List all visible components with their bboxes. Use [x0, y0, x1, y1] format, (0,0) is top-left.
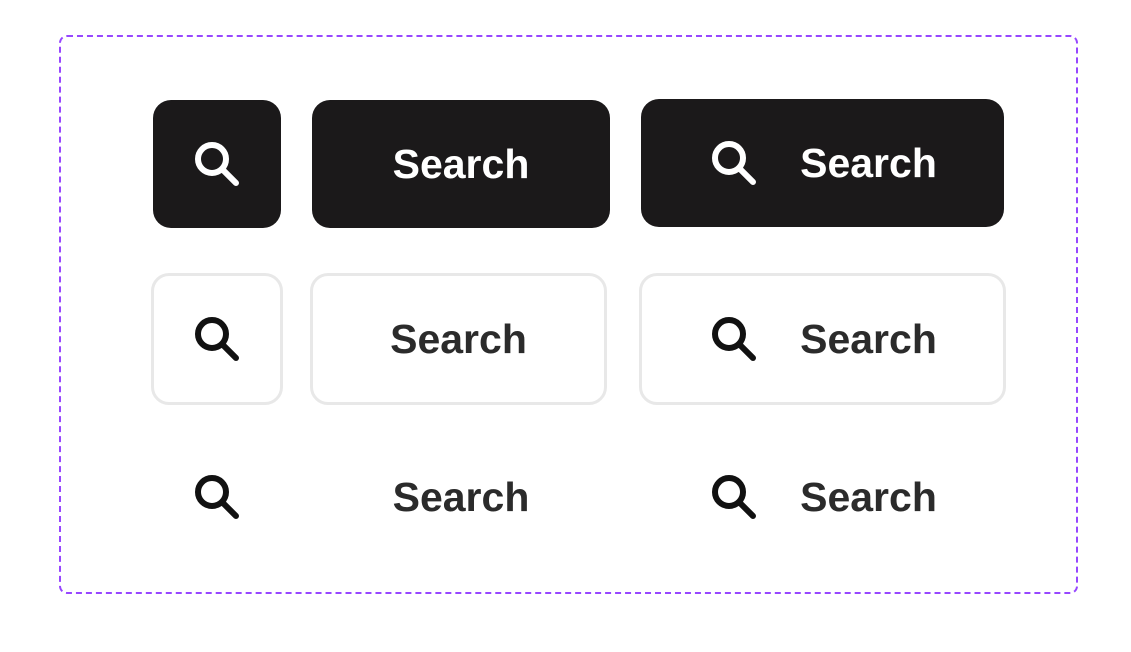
search-button-primary[interactable]: Search — [312, 100, 610, 228]
search-icon — [708, 137, 760, 189]
search-button-outline[interactable]: Search — [310, 273, 607, 405]
search-icon — [708, 313, 760, 365]
search-button-label: Search — [800, 315, 937, 362]
search-icon-button-outline[interactable] — [151, 273, 283, 405]
search-button-label: Search — [392, 473, 530, 520]
search-button-label: Search — [800, 473, 937, 520]
search-button-label: Search — [392, 140, 530, 187]
search-button-ghost[interactable]: Search — [312, 432, 610, 562]
search-icon-button-ghost[interactable] — [153, 432, 281, 562]
search-icon-text-button-ghost[interactable]: Search — [641, 432, 1004, 562]
search-button-label: Search — [390, 315, 527, 362]
search-icon — [191, 313, 243, 365]
search-icon — [191, 471, 243, 523]
search-icon-button-primary[interactable] — [153, 100, 281, 228]
search-icon — [191, 138, 243, 190]
search-icon-text-button-primary[interactable]: Search — [641, 99, 1004, 227]
search-icon — [708, 471, 760, 523]
search-icon-text-button-outline[interactable]: Search — [639, 273, 1006, 405]
search-button-label: Search — [800, 139, 937, 186]
